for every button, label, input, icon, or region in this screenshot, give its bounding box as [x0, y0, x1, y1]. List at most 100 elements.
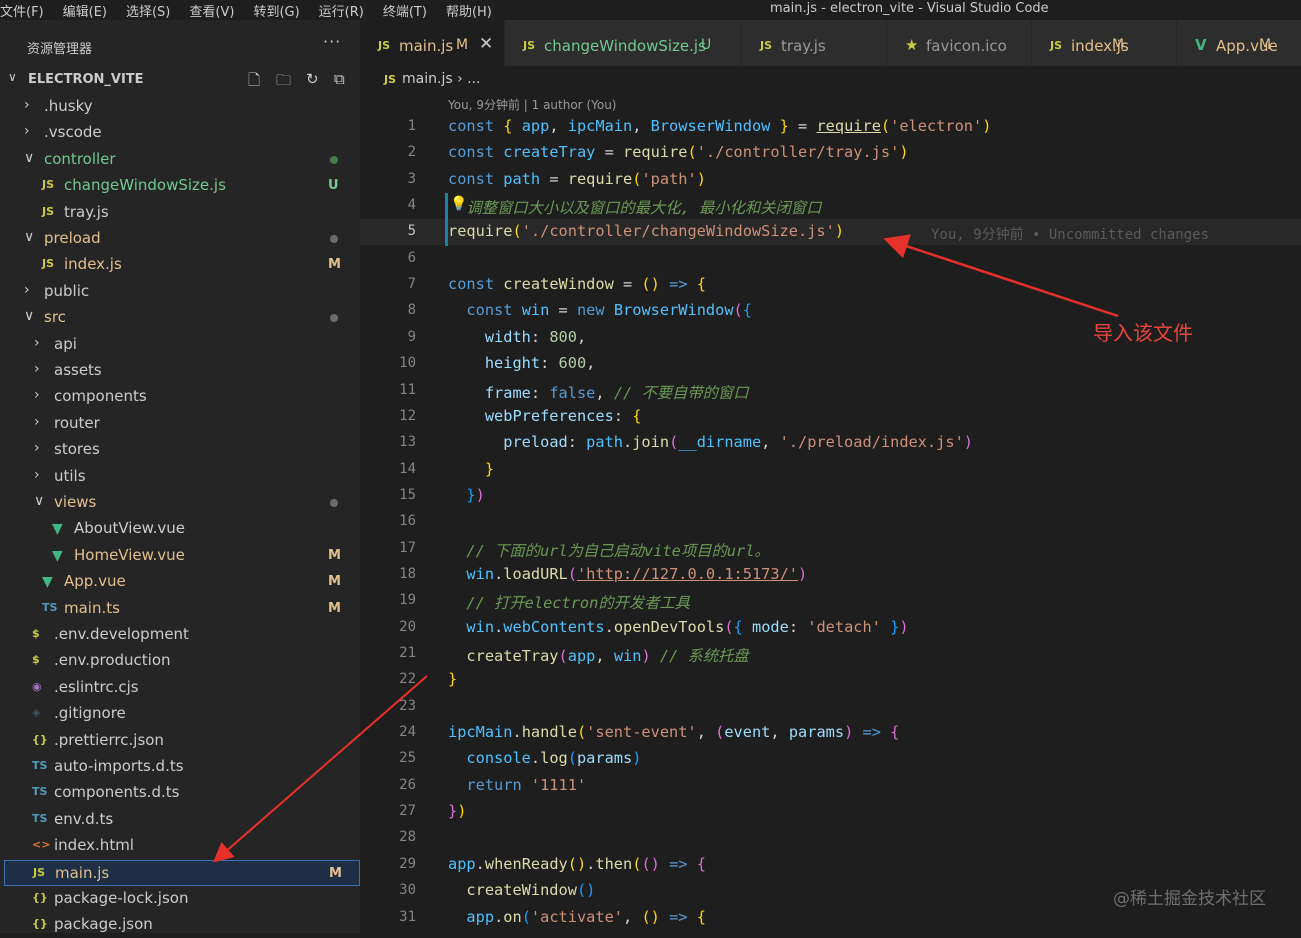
- tree-file[interactable]: ◈ .gitignore: [4, 701, 360, 727]
- refresh-icon[interactable]: ↻: [306, 70, 319, 88]
- project-header[interactable]: ∨ ELECTRON_VITE 🗋 🗀 ↻ ⧉: [0, 68, 360, 92]
- git-status-dot: [330, 314, 338, 323]
- code-line[interactable]: 16: [360, 509, 1301, 535]
- code-line[interactable]: 29 app.whenReady().then(() => {: [360, 852, 1301, 878]
- tree-folder[interactable]: ∨ controller: [4, 147, 360, 173]
- code-line[interactable]: 10 height: 600,: [360, 351, 1301, 377]
- code-line[interactable]: 13 preload: path.join(__dirname, './prel…: [360, 430, 1301, 456]
- json-file-icon: {}: [32, 917, 48, 931]
- tree-file[interactable]: JS tray.js: [4, 200, 360, 226]
- tree-folder[interactable]: › components: [4, 384, 360, 410]
- code-text: console.log(params): [466, 749, 642, 768]
- menu-item[interactable]: 编辑(E): [63, 1, 107, 20]
- tree-file[interactable]: ◉ .eslintrc.cjs: [4, 675, 360, 701]
- code-line[interactable]: 15 }): [360, 483, 1301, 509]
- tree-file[interactable]: JS index.js M: [4, 252, 360, 278]
- tree-item-label: auto-imports.d.ts: [54, 757, 184, 775]
- tree-file[interactable]: $ .env.development: [4, 622, 360, 648]
- tree-item-label: HomeView.vue: [74, 545, 185, 564]
- menu-item[interactable]: 帮助(H): [446, 1, 492, 20]
- tree-folder[interactable]: › router: [4, 411, 360, 437]
- code-line[interactable]: 14 }: [360, 457, 1301, 483]
- inline-blame: You, 9分钟前 • Uncommitted changes: [931, 227, 1210, 244]
- tree-file[interactable]: ▼ App.vue M: [4, 569, 360, 595]
- tree-folder[interactable]: › utils: [4, 464, 360, 490]
- tree-file[interactable]: ▼ HomeView.vue M: [4, 543, 360, 569]
- tree-file[interactable]: {} package.json: [4, 912, 360, 938]
- lightbulb-icon[interactable]: 💡: [450, 196, 467, 212]
- code-line[interactable]: 11 frame: false, // 不要自带的窗口: [360, 378, 1301, 404]
- new-file-icon[interactable]: 🗋: [248, 70, 260, 95]
- tree-folder[interactable]: › assets: [4, 358, 360, 384]
- menu-item[interactable]: 运行(R): [319, 1, 364, 20]
- code-line[interactable]: 26 return '1111': [360, 773, 1301, 799]
- tree-folder[interactable]: › api: [4, 332, 360, 358]
- tree-file[interactable]: {} .prettierrc.json: [4, 728, 360, 754]
- code-line[interactable]: 20 win.webContents.openDevTools({ mode: …: [360, 615, 1301, 641]
- tree-folder[interactable]: ∨ src: [4, 305, 360, 331]
- tree-folder[interactable]: › .vscode: [4, 120, 360, 146]
- tree-file[interactable]: JS main.js M: [4, 859, 360, 886]
- breadcrumb-rest[interactable]: ...: [467, 71, 480, 87]
- tree-folder[interactable]: › stores: [4, 437, 360, 463]
- editor-tab[interactable]: JS index.js M: [1032, 20, 1177, 66]
- code-editor[interactable]: 1 const { app, ipcMain, BrowserWindow } =…: [360, 114, 1301, 933]
- tree-file[interactable]: TS env.d.ts: [4, 807, 360, 833]
- codelens-blame[interactable]: You, 9分钟前 | 1 author (You): [448, 96, 616, 113]
- menu-item[interactable]: 终端(T): [383, 1, 427, 20]
- env-file-icon: $: [32, 627, 40, 640]
- code-line[interactable]: 1 const { app, ipcMain, BrowserWindow } =…: [360, 114, 1301, 140]
- code-line[interactable]: 23: [360, 694, 1301, 720]
- editor-tab[interactable]: V App.vue M: [1177, 20, 1301, 66]
- code-line[interactable]: 6: [360, 246, 1301, 272]
- close-icon[interactable]: ✕: [479, 34, 493, 54]
- code-line[interactable]: 28: [360, 825, 1301, 851]
- menu-item[interactable]: 查看(V): [189, 1, 234, 20]
- code-line[interactable]: 2 const createTray = require('./controlle…: [360, 140, 1301, 166]
- code-line[interactable]: 7 const createWindow = () => {: [360, 272, 1301, 298]
- breadcrumb[interactable]: JS main.js › ...: [384, 71, 481, 87]
- tree-folder[interactable]: ∨ views: [4, 490, 360, 516]
- code-line[interactable]: 3 const path = require('path'): [360, 167, 1301, 193]
- code-line[interactable]: 5 require('./controller/changeWindowSize.…: [360, 219, 1301, 246]
- new-folder-icon[interactable]: 🗀: [276, 70, 291, 95]
- tree-folder[interactable]: › .husky: [4, 94, 360, 120]
- tree-file[interactable]: TS auto-imports.d.ts: [4, 754, 360, 780]
- menu-item[interactable]: 转到(G): [253, 1, 299, 20]
- editor-tab[interactable]: JS tray.js: [742, 20, 887, 66]
- code-line[interactable]: 4 调整窗口大小以及窗口的最大化, 最小化和关闭窗口 💡: [360, 193, 1301, 219]
- more-actions-button[interactable]: ···: [323, 32, 341, 51]
- git-status-badge: M: [329, 865, 342, 881]
- line-number: 16: [399, 513, 416, 530]
- code-line[interactable]: 12 webPreferences: {: [360, 404, 1301, 430]
- code-line[interactable]: 18 win.loadURL('http://127.0.0.1:5173/'): [360, 562, 1301, 588]
- breadcrumb-file[interactable]: main.js: [402, 71, 453, 87]
- editor-tab[interactable]: JS changeWindowSize.js U: [505, 20, 742, 66]
- tree-file[interactable]: {} package-lock.json: [4, 886, 360, 912]
- menu-item[interactable]: 文件(F): [0, 1, 44, 20]
- code-line[interactable]: 21 createTray(app, win) // 系统托盘: [360, 641, 1301, 667]
- tree-file[interactable]: <> index.html: [4, 833, 360, 859]
- tree-file[interactable]: JS changeWindowSize.js U: [4, 173, 360, 199]
- code-line[interactable]: 27}): [360, 799, 1301, 825]
- editor-tab[interactable]: ★ favicon.ico: [887, 20, 1032, 66]
- menu-item[interactable]: 选择(S): [126, 1, 170, 20]
- tree-file[interactable]: TS components.d.ts: [4, 780, 360, 806]
- code-line[interactable]: 25 console.log(params): [360, 746, 1301, 772]
- code-line[interactable]: 22}: [360, 667, 1301, 693]
- tree-file[interactable]: ▼ AboutView.vue: [4, 516, 360, 542]
- tree-file[interactable]: TS main.ts M: [4, 596, 360, 622]
- chevron-right-icon: ›: [24, 123, 30, 140]
- code-line[interactable]: 17 // 下面的url为自己启动vite项目的url。: [360, 536, 1301, 562]
- collapse-all-icon[interactable]: ⧉: [334, 70, 345, 88]
- editor-tab[interactable]: JS main.js M ✕: [360, 20, 505, 66]
- tree-file[interactable]: $ .env.production: [4, 648, 360, 674]
- code-line[interactable]: 19 // 打开electron的开发者工具: [360, 588, 1301, 614]
- line-number: 2: [407, 144, 416, 161]
- chevron-down-icon: ∨: [24, 149, 35, 166]
- vue-file-icon: ▼: [42, 574, 53, 591]
- code-line[interactable]: 24 ipcMain.handle('sent-event', (event, p…: [360, 720, 1301, 746]
- tree-folder[interactable]: ∨ preload: [4, 226, 360, 252]
- change-gutter-marker[interactable]: [445, 193, 448, 246]
- tree-folder[interactable]: › public: [4, 279, 360, 305]
